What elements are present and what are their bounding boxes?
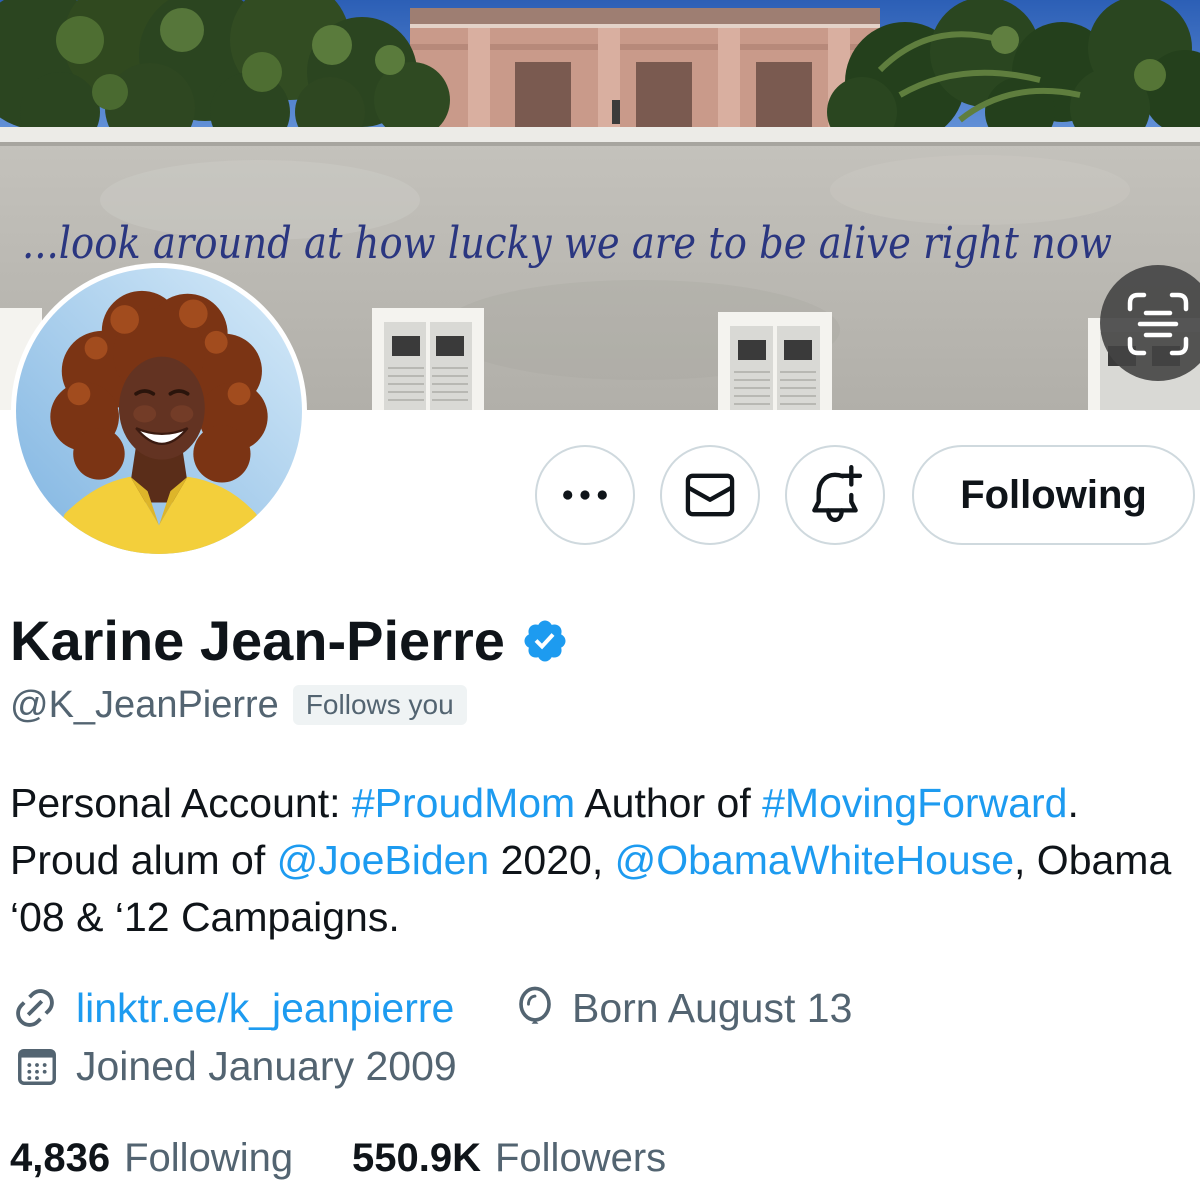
profile-avatar[interactable] xyxy=(11,263,307,559)
mention-link[interactable]: @JoeBiden xyxy=(277,837,490,883)
banner-window-right xyxy=(718,312,832,410)
bio-text: ‘08 & ‘12 Campaigns. xyxy=(10,894,400,940)
balloon-icon xyxy=(519,986,551,1024)
birthday-text: Born August 13 xyxy=(572,985,853,1031)
joined-date-text: Joined January 2009 xyxy=(76,1043,457,1089)
profile-bio: Personal Account: #ProudMom Author of #M… xyxy=(10,775,1171,946)
bio-text: Personal Account: xyxy=(10,780,352,826)
profile-handle: @K_JeanPierre xyxy=(10,684,279,726)
more-options-icon xyxy=(563,490,607,500)
follows-you-badge: Follows you xyxy=(292,685,467,725)
more-options-button[interactable] xyxy=(535,445,635,545)
mail-icon xyxy=(685,473,735,517)
followers-label: Followers xyxy=(494,1136,667,1180)
bio-text: , Obama xyxy=(1014,837,1172,883)
bio-line: Personal Account: #ProudMom Author of #M… xyxy=(10,775,1171,832)
following-label: Following xyxy=(124,1136,294,1180)
calendar-icon xyxy=(18,1048,56,1085)
notifications-button[interactable] xyxy=(785,445,885,545)
banner-building xyxy=(410,8,880,144)
bio-line: ‘08 & ‘12 Campaigns. xyxy=(10,889,1171,946)
following-stat[interactable]: 4,836 Following xyxy=(10,1135,293,1181)
banner-window-center xyxy=(372,308,484,410)
following-count: 4,836 xyxy=(10,1136,111,1180)
profile-handle-row: @K_JeanPierre Follows you xyxy=(10,683,467,727)
bio-text: Author of xyxy=(575,780,763,826)
bio-text: . xyxy=(1067,780,1079,826)
bio-text: Proud alum of xyxy=(10,837,277,883)
hashtag-link[interactable]: #ProudMom xyxy=(352,780,575,826)
banner-mural-text: ...look around at how lucky we are to be… xyxy=(22,218,1112,269)
profile-name-row: Karine Jean-Pierre xyxy=(10,609,569,673)
avatar-photo xyxy=(16,268,302,554)
bell-plus-icon xyxy=(812,465,863,523)
following-button[interactable]: Following xyxy=(912,445,1195,545)
followers-count: 550.9K xyxy=(352,1136,481,1180)
link-icon xyxy=(16,989,54,1027)
message-button[interactable] xyxy=(660,445,760,545)
verified-badge-icon[interactable] xyxy=(521,617,569,665)
bio-line: Proud alum of @JoeBiden 2020, @ObamaWhit… xyxy=(10,832,1171,889)
bio-text: 2020, xyxy=(489,837,615,883)
followers-stat[interactable]: 550.9K Followers xyxy=(352,1135,666,1181)
mention-link[interactable]: @ObamaWhiteHouse xyxy=(615,837,1014,883)
hashtag-link[interactable]: #MovingForward xyxy=(762,780,1067,826)
profile-name: Karine Jean-Pierre xyxy=(10,609,505,672)
website-link[interactable]: linktr.ee/k_jeanpierre xyxy=(76,985,454,1031)
